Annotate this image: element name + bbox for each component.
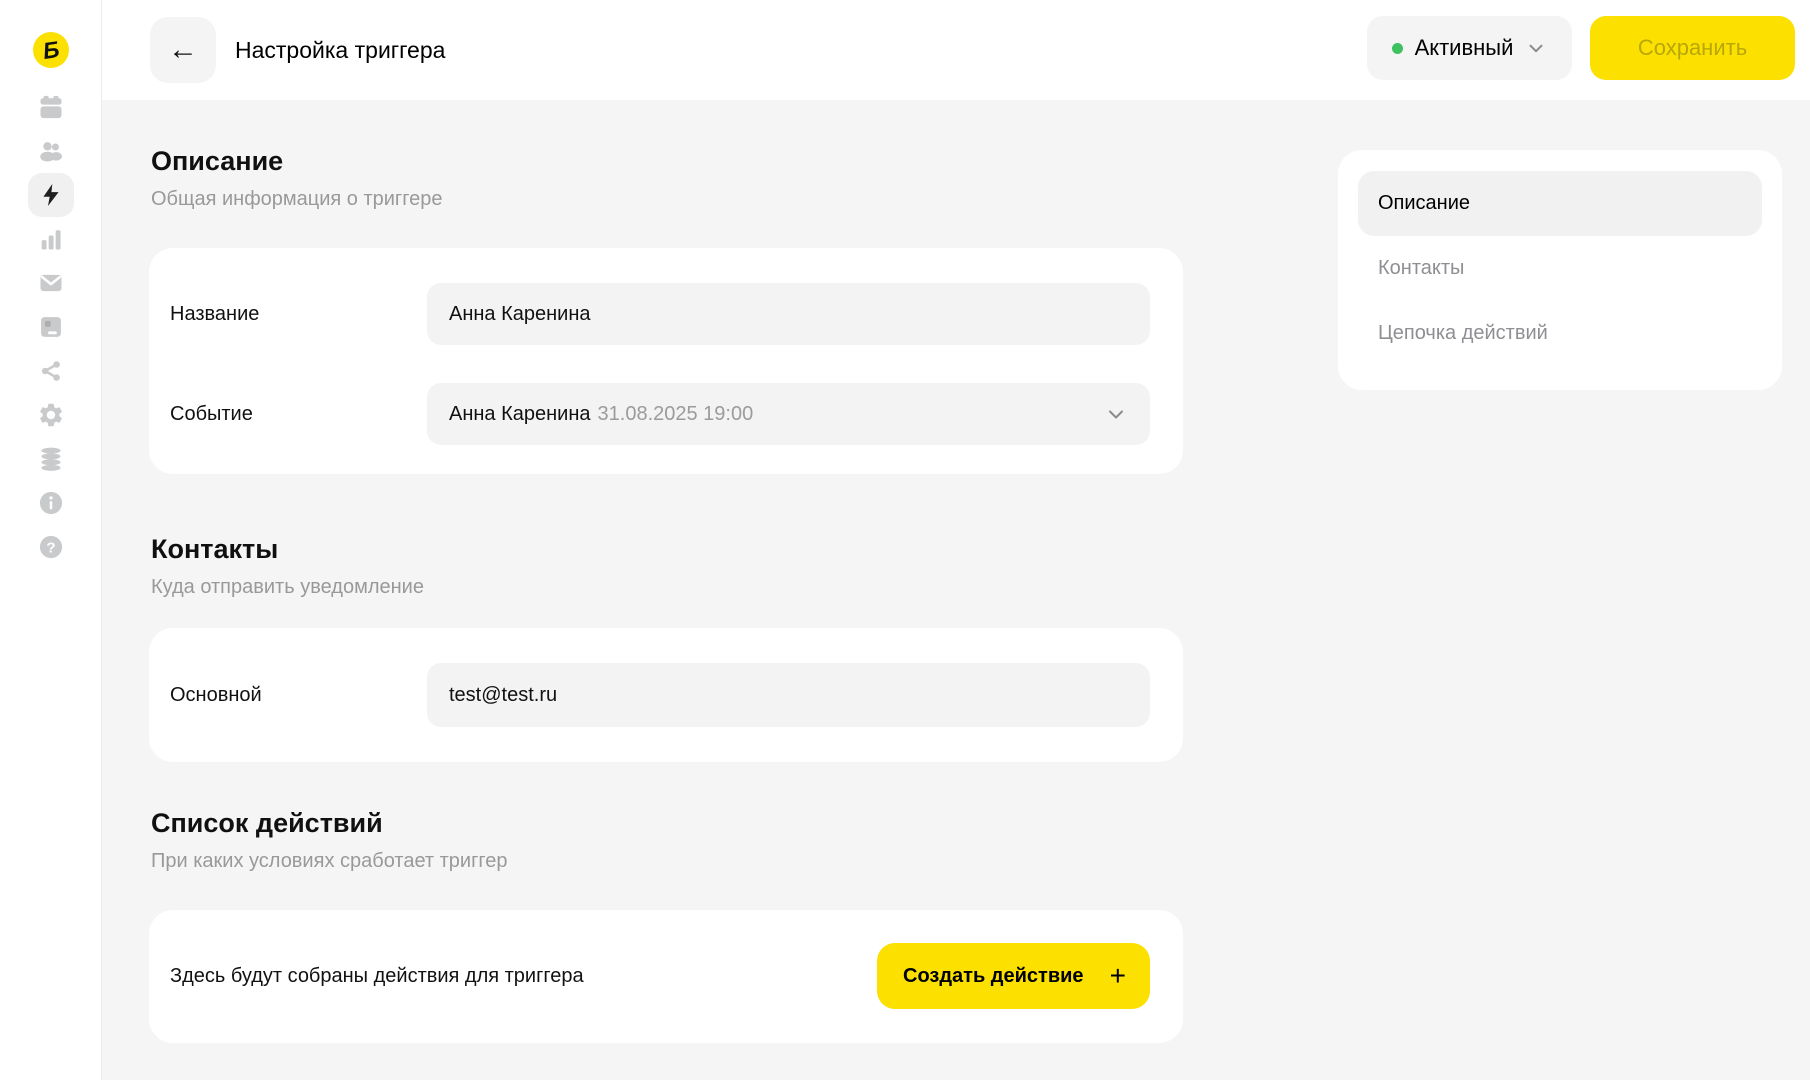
anchor-nav-contacts[interactable]: Контакты bbox=[1358, 236, 1762, 301]
primary-contact-label: Основной bbox=[170, 663, 262, 727]
description-section-subtitle: Общая информация о триггере bbox=[151, 188, 442, 211]
event-select-datetime: 31.08.2025 19:00 bbox=[598, 403, 754, 426]
contacts-section-title: Контакты bbox=[151, 534, 278, 565]
lightning-icon bbox=[38, 182, 64, 208]
sidebar-nav: ? bbox=[0, 85, 102, 569]
sidebar-item-clients[interactable] bbox=[28, 129, 74, 173]
sidebar-item-mailings[interactable] bbox=[28, 261, 74, 305]
trigger-settings-page: Б bbox=[0, 0, 1810, 1080]
sidebar-item-help[interactable]: ? bbox=[28, 525, 74, 569]
info-icon bbox=[37, 489, 65, 517]
sidebar-item-triggers[interactable] bbox=[28, 173, 74, 217]
chevron-down-icon bbox=[1104, 402, 1128, 426]
brand-logo-letter: Б bbox=[41, 37, 60, 62]
actions-section-subtitle: При каких условиях сработает триггер bbox=[151, 850, 507, 873]
sidebar-item-calendar[interactable] bbox=[28, 85, 74, 129]
create-action-button[interactable]: Создать действие + bbox=[877, 943, 1150, 1009]
status-dot-icon bbox=[1392, 43, 1403, 54]
anchor-nav-action-chain[interactable]: Цепочка действий bbox=[1358, 301, 1762, 366]
anchor-nav-description[interactable]: Описание bbox=[1358, 171, 1762, 236]
anchor-nav: Описание Контакты Цепочка действий bbox=[1338, 150, 1782, 390]
app-sidebar: Б bbox=[0, 0, 102, 1080]
chevron-down-icon bbox=[1525, 37, 1547, 59]
actions-empty-text: Здесь будут собраны действия для триггер… bbox=[170, 910, 584, 1043]
actions-section-title: Список действий bbox=[151, 808, 383, 839]
status-label: Активный bbox=[1415, 35, 1514, 61]
name-field-label: Название bbox=[170, 283, 259, 345]
form-column: Описание Общая информация о триггере Наз… bbox=[149, 100, 1183, 1080]
bar-chart-icon bbox=[37, 225, 65, 253]
sidebar-item-stats[interactable] bbox=[28, 217, 74, 261]
share-icon bbox=[37, 357, 65, 385]
widget-icon bbox=[37, 313, 65, 341]
description-card: Название Событие Анна Каренина 31.08.202… bbox=[149, 248, 1183, 474]
plus-icon: + bbox=[1110, 962, 1126, 990]
event-select-value: Анна Каренина bbox=[449, 403, 591, 426]
back-button[interactable]: ← bbox=[150, 17, 216, 83]
sidebar-item-share[interactable] bbox=[28, 349, 74, 393]
back-arrow-icon: ← bbox=[168, 33, 198, 67]
page-header: ← Настройка триггера Активный Сохранить bbox=[102, 0, 1810, 100]
envelope-icon bbox=[37, 269, 65, 297]
page-title: Настройка триггера bbox=[235, 0, 445, 100]
sidebar-item-data[interactable] bbox=[28, 437, 74, 481]
status-dropdown[interactable]: Активный bbox=[1367, 16, 1572, 80]
brand-logo[interactable]: Б bbox=[33, 32, 69, 68]
sidebar-item-widget[interactable] bbox=[28, 305, 74, 349]
event-select[interactable]: Анна Каренина 31.08.2025 19:00 bbox=[427, 383, 1150, 445]
main-content: Описание Общая информация о триггере Наз… bbox=[102, 100, 1810, 1080]
event-field-label: Событие bbox=[170, 383, 253, 445]
primary-contact-input[interactable] bbox=[427, 663, 1150, 727]
description-section-title: Описание bbox=[151, 146, 283, 177]
help-icon: ? bbox=[37, 533, 65, 561]
svg-text:?: ? bbox=[46, 539, 55, 556]
users-icon bbox=[37, 137, 65, 165]
create-action-label: Создать действие bbox=[903, 965, 1084, 988]
contacts-section-subtitle: Куда отправить уведомление bbox=[151, 576, 424, 599]
calendar-icon bbox=[37, 93, 65, 121]
contacts-card: Основной bbox=[149, 628, 1183, 762]
name-input[interactable] bbox=[427, 283, 1150, 345]
database-icon bbox=[37, 445, 65, 473]
sidebar-item-settings[interactable] bbox=[28, 393, 74, 437]
sidebar-item-info[interactable] bbox=[28, 481, 74, 525]
actions-card: Здесь будут собраны действия для триггер… bbox=[149, 910, 1183, 1043]
save-button[interactable]: Сохранить bbox=[1590, 16, 1795, 80]
gear-icon bbox=[37, 401, 65, 429]
